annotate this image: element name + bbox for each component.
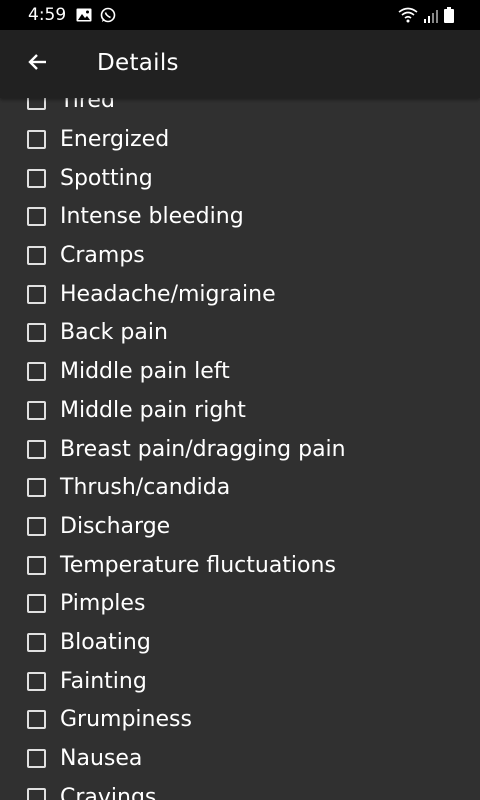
symptom-checkbox[interactable] — [27, 787, 46, 800]
symptom-item[interactable]: Middle pain right — [0, 394, 480, 433]
symptom-checkbox[interactable] — [27, 555, 46, 575]
status-right-icons — [398, 7, 454, 27]
symptom-label: Temperature fluctuations — [60, 552, 336, 578]
symptom-checkbox[interactable] — [27, 516, 46, 536]
symptom-checkbox[interactable] — [27, 632, 46, 652]
symptom-checkbox[interactable] — [27, 130, 46, 150]
symptom-label: Back pain — [60, 320, 168, 346]
symptom-label: Middle pain right — [60, 397, 246, 423]
symptom-label: Nausea — [60, 746, 143, 772]
symptom-checkbox[interactable] — [27, 362, 46, 382]
symptom-checkbox[interactable] — [27, 439, 46, 459]
symptom-checkbox[interactable] — [27, 323, 46, 343]
wifi-icon — [398, 7, 418, 27]
symptom-item[interactable]: Grumpiness — [0, 703, 480, 742]
status-bar: 4:59 — [0, 0, 480, 30]
symptom-checkbox[interactable] — [27, 168, 46, 188]
symptom-label: Breast pain/dragging pain — [60, 436, 346, 462]
symptom-label: Middle pain left — [60, 359, 230, 385]
symptom-checkbox[interactable] — [27, 246, 46, 266]
symptom-item[interactable]: Thrush/candida — [0, 471, 480, 510]
symptom-checkbox[interactable] — [27, 284, 46, 304]
symptom-checkbox[interactable] — [27, 400, 46, 420]
symptom-label: Headache/migraine — [60, 281, 276, 307]
symptom-item[interactable]: Pimples — [0, 587, 480, 626]
signal-icon — [424, 8, 438, 27]
symptom-checkbox[interactable] — [27, 478, 46, 498]
symptom-list: Tired Energized Spotting Intense bleeding Cr… — [0, 84, 480, 800]
symptom-checkbox[interactable] — [27, 207, 46, 227]
screen: 4:59 Details Tired Energized Spotting In… — [0, 0, 480, 800]
symptom-label: Fainting — [60, 668, 147, 694]
symptom-item[interactable]: Spotting — [0, 161, 480, 200]
symptom-item[interactable]: Headache/migraine — [0, 277, 480, 316]
battery-icon — [444, 7, 454, 27]
symptom-label: Intense bleeding — [60, 204, 244, 230]
symptom-item[interactable]: Intense bleeding — [0, 200, 480, 239]
symptom-label: Energized — [60, 127, 170, 153]
symptom-item[interactable]: Cramps — [0, 239, 480, 278]
symptom-checkbox[interactable] — [27, 594, 46, 614]
symptom-item[interactable]: Bloating — [0, 626, 480, 665]
symptom-label: Thrush/candida — [60, 475, 231, 501]
symptom-checkbox[interactable] — [27, 671, 46, 691]
arrow-back-icon — [26, 50, 50, 78]
symptom-item[interactable]: Back pain — [0, 316, 480, 355]
symptom-label: Discharge — [60, 513, 171, 539]
symptom-item[interactable]: Energized — [0, 123, 480, 162]
symptom-item[interactable]: Fainting — [0, 664, 480, 703]
symptom-label: Pimples — [60, 591, 146, 617]
symptom-item[interactable]: Cravings — [0, 780, 480, 800]
symptom-item[interactable]: Temperature fluctuations — [0, 548, 480, 587]
symptom-item[interactable]: Discharge — [0, 510, 480, 549]
status-time: 4:59 — [28, 5, 67, 25]
symptom-item[interactable]: Nausea — [0, 742, 480, 781]
symptom-label: Grumpiness — [60, 707, 192, 733]
symptom-item[interactable]: Breast pain/dragging pain — [0, 432, 480, 471]
app-bar: Details — [0, 30, 480, 98]
back-button[interactable] — [18, 46, 58, 82]
symptom-item[interactable]: Middle pain left — [0, 355, 480, 394]
page-title: Details — [97, 50, 179, 76]
status-left-icons — [76, 7, 116, 27]
symptom-label: Bloating — [60, 629, 151, 655]
whatsapp-icon — [100, 7, 116, 27]
symptom-checkbox[interactable] — [27, 749, 46, 769]
symptom-label: Spotting — [60, 165, 153, 191]
symptom-label: Cramps — [60, 243, 145, 269]
image-icon — [76, 7, 92, 27]
symptom-label: Cravings — [60, 784, 157, 800]
symptom-checkbox[interactable] — [27, 710, 46, 730]
